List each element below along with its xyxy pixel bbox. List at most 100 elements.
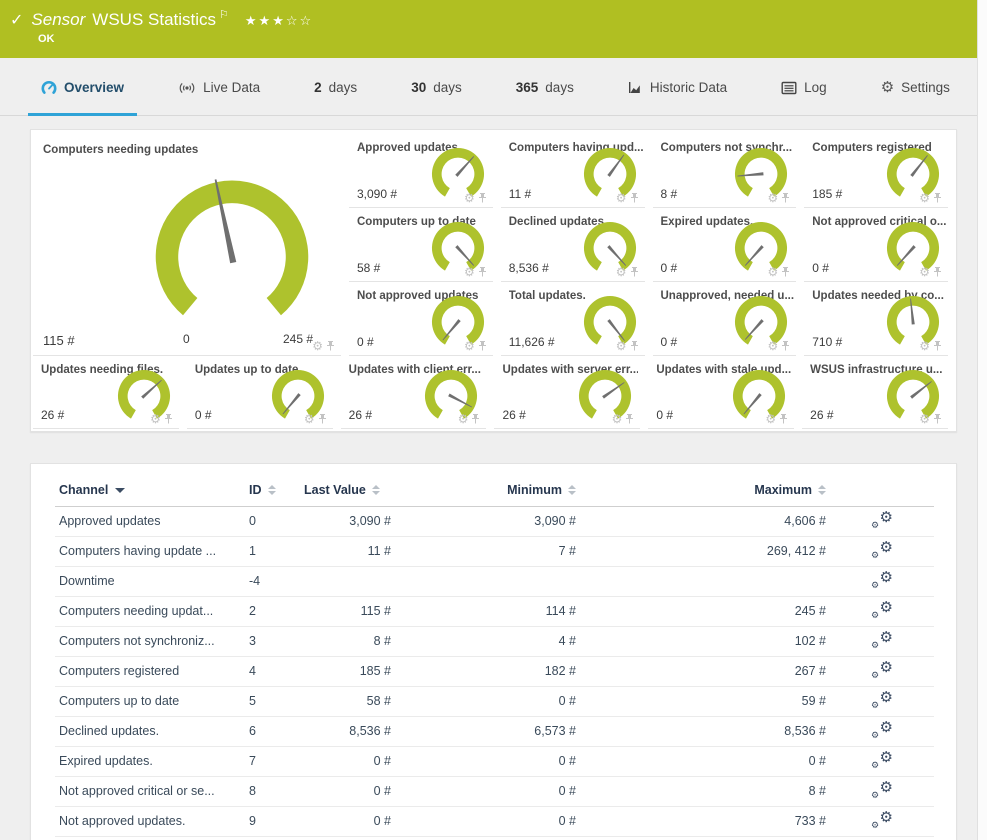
- gear-icon[interactable]: ⚙: [919, 266, 930, 278]
- pin-icon[interactable]: [625, 414, 634, 425]
- gear-icon[interactable]: ⚙: [304, 413, 315, 425]
- gauge-tile[interactable]: Updates with client err... 26 # ⚙: [341, 356, 487, 429]
- gauge-tile-large[interactable]: Computers needing updates 115 # 0 245 # …: [33, 134, 341, 356]
- gear-icon[interactable]: ⚙: [612, 413, 623, 425]
- gauge-value: 26 #: [810, 408, 833, 422]
- tab-2-days[interactable]: 2 days: [301, 58, 370, 116]
- last-value-cell: 8 #: [300, 626, 395, 656]
- tab-30-days[interactable]: 30 days: [398, 58, 475, 116]
- gauge-tile[interactable]: Declined updates. 8,536 # ⚙: [501, 208, 645, 282]
- gauge-tile[interactable]: Expired updates. 0 # ⚙: [653, 208, 797, 282]
- pin-icon[interactable]: [630, 193, 639, 204]
- channel-settings-icon[interactable]: ⚙ ⚙: [871, 511, 893, 529]
- channel-settings-icon[interactable]: ⚙ ⚙: [871, 661, 893, 679]
- gauge-tile[interactable]: Computers up to date 58 # ⚙: [349, 208, 493, 282]
- pin-icon[interactable]: [164, 414, 173, 425]
- pin-icon[interactable]: [933, 414, 942, 425]
- pin-icon[interactable]: [478, 193, 487, 204]
- channel-settings-icon[interactable]: ⚙ ⚙: [871, 571, 893, 589]
- tab-log[interactable]: Log: [768, 58, 840, 116]
- gauge-tile[interactable]: Updates with server err... 26 # ⚙: [494, 356, 640, 429]
- gauge-tile[interactable]: Not approved updates 0 # ⚙: [349, 282, 493, 356]
- column-header-maximum[interactable]: Maximum: [580, 474, 830, 506]
- gear-icon[interactable]: ⚙: [464, 340, 475, 352]
- gauge-tile[interactable]: Computers not synchr... 8 # ⚙: [653, 134, 797, 208]
- channel-row[interactable]: Not approved critical or se... 8 0 # 0 #…: [55, 776, 934, 806]
- channel-row[interactable]: Declined updates. 6 8,536 # 6,573 # 8,53…: [55, 716, 934, 746]
- gauge-tile[interactable]: Total updates. 11,626 # ⚙: [501, 282, 645, 356]
- pin-icon[interactable]: [781, 193, 790, 204]
- channel-row[interactable]: Computers registered 4 185 # 182 # 267 #…: [55, 656, 934, 686]
- pin-icon[interactable]: [933, 267, 942, 278]
- pin-icon[interactable]: [781, 267, 790, 278]
- page-scrollbar[interactable]: [977, 0, 987, 840]
- rating-stars[interactable]: ★★★☆☆: [245, 13, 313, 29]
- gauge-tile[interactable]: Updates needing files. 26 # ⚙: [33, 356, 179, 429]
- pin-icon[interactable]: [478, 341, 487, 352]
- gauge-tile[interactable]: Approved updates 3,090 # ⚙: [349, 134, 493, 208]
- tab-live-data[interactable]: Live Data: [165, 58, 273, 116]
- channel-row[interactable]: Computers needing updat... 2 115 # 114 #…: [55, 596, 934, 626]
- tab-overview[interactable]: Overview: [28, 58, 137, 116]
- tab-365-days[interactable]: 365 days: [503, 58, 587, 116]
- gear-icon[interactable]: ⚙: [616, 340, 627, 352]
- gear-icon[interactable]: ⚙: [150, 413, 161, 425]
- gear-icon[interactable]: ⚙: [767, 340, 778, 352]
- flag-icon[interactable]: ⚐: [219, 8, 229, 21]
- channel-row[interactable]: Not approved updates. 9 0 # 0 # 733 # ⚙ …: [55, 806, 934, 836]
- gauge-tile[interactable]: Computers having upd... 11 # ⚙: [501, 134, 645, 208]
- pin-icon[interactable]: [933, 193, 942, 204]
- channel-name-cell: Declined updates.: [55, 716, 245, 746]
- channel-settings-icon[interactable]: ⚙ ⚙: [871, 631, 893, 649]
- gauge-value: 26 #: [349, 408, 372, 422]
- gauge-max-label: 245 #: [283, 332, 313, 346]
- column-header-last-value[interactable]: Last Value: [300, 474, 395, 506]
- gear-icon[interactable]: ⚙: [765, 413, 776, 425]
- pin-icon[interactable]: [779, 414, 788, 425]
- channel-row[interactable]: Computers up to date 5 58 # 0 # 59 # ⚙ ⚙: [55, 686, 934, 716]
- gauge-tile[interactable]: WSUS infrastructure u... 26 # ⚙: [802, 356, 948, 429]
- channel-settings-icon[interactable]: ⚙ ⚙: [871, 751, 893, 769]
- pin-icon[interactable]: [471, 414, 480, 425]
- channel-settings-icon[interactable]: ⚙ ⚙: [871, 721, 893, 739]
- pin-icon[interactable]: [326, 341, 335, 352]
- channel-settings-icon[interactable]: ⚙ ⚙: [871, 691, 893, 709]
- pin-icon[interactable]: [933, 341, 942, 352]
- channel-row[interactable]: Computers not synchroniz... 3 8 # 4 # 10…: [55, 626, 934, 656]
- channel-settings-icon[interactable]: ⚙ ⚙: [871, 781, 893, 799]
- gauge-tile[interactable]: Unapproved, needed u... 0 # ⚙: [653, 282, 797, 356]
- channel-settings-icon[interactable]: ⚙ ⚙: [871, 601, 893, 619]
- gear-icon[interactable]: ⚙: [616, 192, 627, 204]
- tab-historic-data[interactable]: Historic Data: [615, 58, 740, 116]
- gear-icon[interactable]: ⚙: [464, 192, 475, 204]
- gauge-tile[interactable]: Not approved critical o... 0 # ⚙: [804, 208, 948, 282]
- gauge-tile[interactable]: Updates needed by co... 710 # ⚙: [804, 282, 948, 356]
- gear-icon[interactable]: ⚙: [919, 340, 930, 352]
- gear-icon[interactable]: ⚙: [464, 266, 475, 278]
- gear-icon[interactable]: ⚙: [919, 192, 930, 204]
- pin-icon[interactable]: [781, 341, 790, 352]
- gauge-tile[interactable]: Updates with stale upd... 0 # ⚙: [648, 356, 794, 429]
- pin-icon[interactable]: [630, 341, 639, 352]
- gear-icon[interactable]: ⚙: [458, 413, 469, 425]
- pin-icon[interactable]: [630, 267, 639, 278]
- channel-row[interactable]: Computers having update ... 1 11 # 7 # 2…: [55, 536, 934, 566]
- pin-icon[interactable]: [318, 414, 327, 425]
- channel-row[interactable]: Downtime -4 ⚙ ⚙: [55, 566, 934, 596]
- channel-settings-icon[interactable]: ⚙ ⚙: [871, 811, 893, 829]
- gear-icon[interactable]: ⚙: [767, 266, 778, 278]
- tab-settings[interactable]: ⚙ Settings: [868, 58, 963, 116]
- gear-icon[interactable]: ⚙: [616, 266, 627, 278]
- channel-settings-icon[interactable]: ⚙ ⚙: [871, 541, 893, 559]
- gauge-tile[interactable]: Updates up to date. 0 # ⚙: [187, 356, 333, 429]
- column-header-id[interactable]: ID: [245, 474, 300, 506]
- column-header-minimum[interactable]: Minimum: [395, 474, 580, 506]
- column-header-channel[interactable]: Channel: [55, 474, 245, 506]
- gear-icon[interactable]: ⚙: [312, 340, 323, 352]
- gauge-tile[interactable]: Computers registered 185 # ⚙: [804, 134, 948, 208]
- gear-icon[interactable]: ⚙: [919, 413, 930, 425]
- gear-icon[interactable]: ⚙: [767, 192, 778, 204]
- pin-icon[interactable]: [478, 267, 487, 278]
- channel-row[interactable]: Expired updates. 7 0 # 0 # 0 # ⚙ ⚙: [55, 746, 934, 776]
- channel-row[interactable]: Approved updates 0 3,090 # 3,090 # 4,606…: [55, 506, 934, 536]
